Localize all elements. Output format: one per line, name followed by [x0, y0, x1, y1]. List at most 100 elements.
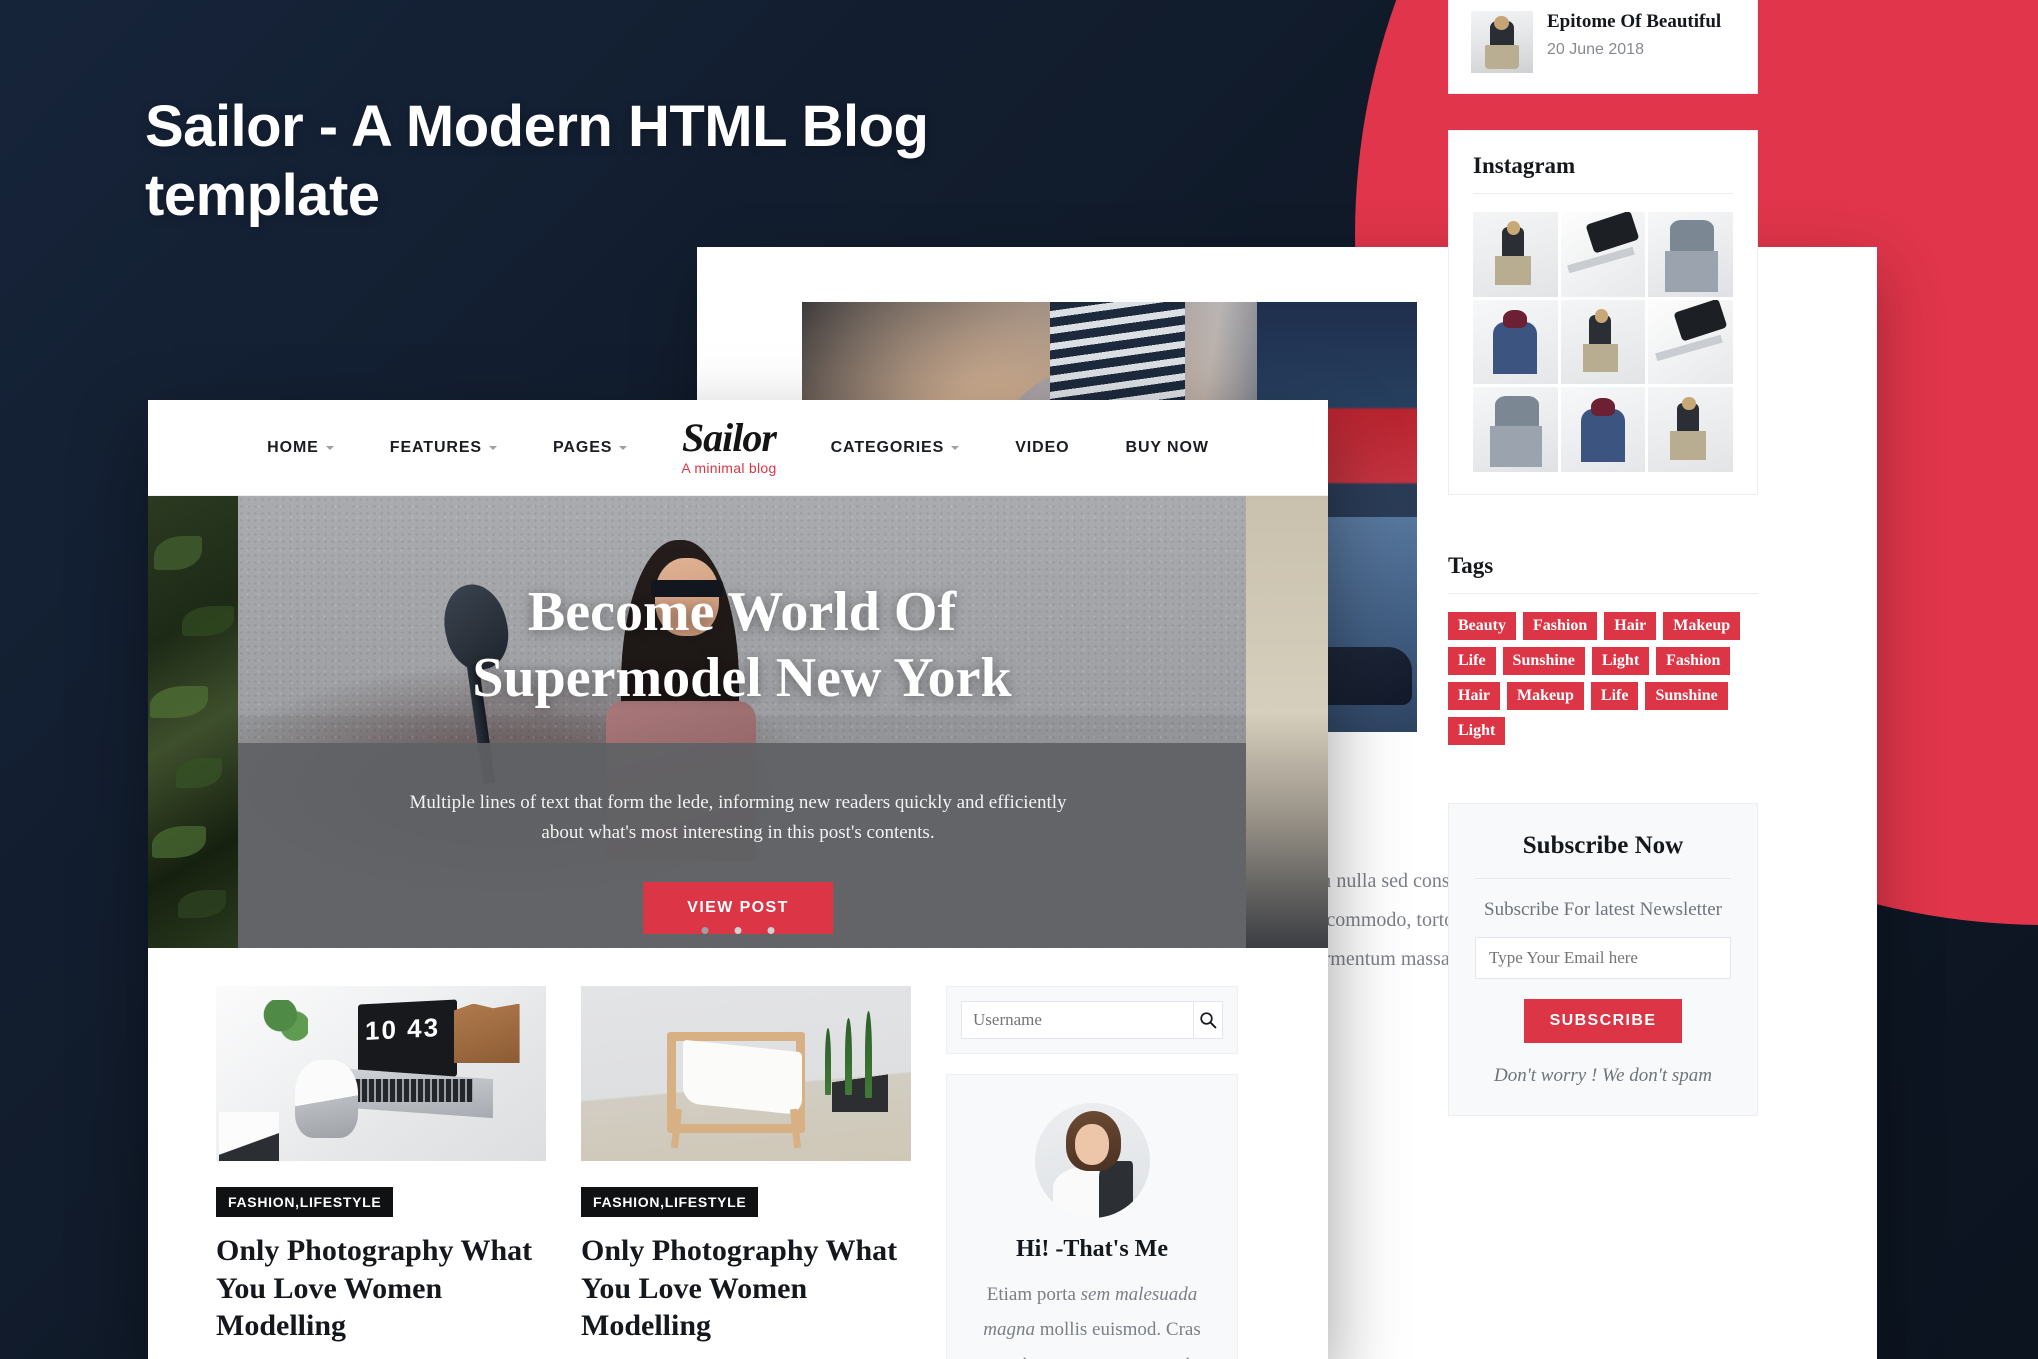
chevron-down-icon [619, 445, 628, 450]
hero-title-line-1: Become World Of [527, 581, 957, 643]
tag-item[interactable]: Hair [1604, 612, 1657, 641]
nav-item-categories[interactable]: CATEGORIES [803, 439, 988, 457]
nav-item-features-label: FEATURES [389, 438, 483, 456]
hero-lede: Multiple lines of text that form the led… [409, 792, 1067, 844]
nav-item-features[interactable]: FEATURES [362, 439, 525, 457]
subscribe-widget: Subscribe Now Subscribe For latest Newsl… [1448, 803, 1758, 1117]
post-2-image[interactable] [581, 986, 911, 1161]
keyboard-shape [354, 1078, 474, 1102]
subscribe-note: Don't worry ! We don't spam [1493, 1065, 1712, 1087]
brand-logo[interactable]: Sailor A minimal blog [655, 415, 802, 477]
recent-posts-widget: Epitome Of Beautiful 20 June 2018 [1448, 0, 1758, 94]
instagram-widget-title: Instagram [1473, 153, 1733, 194]
instagram-cell-3[interactable] [1648, 212, 1733, 297]
post-1-category-badge[interactable]: FASHION,LIFESTYLE [216, 1187, 394, 1217]
instagram-cell-4[interactable] [1473, 299, 1558, 385]
subscribe-button[interactable]: SUBSCRIBE [1523, 999, 1683, 1044]
about-title: Hi! -That's Me [1016, 1236, 1168, 1262]
tag-item[interactable]: Beauty [1448, 612, 1516, 641]
search-icon [1200, 1012, 1217, 1029]
recent-post-text: Epitome Of Beautiful 20 June 2018 [1547, 11, 1721, 59]
recent-post-item[interactable]: Epitome Of Beautiful 20 June 2018 [1471, 11, 1735, 73]
tag-item[interactable]: Sunshine [1502, 647, 1585, 676]
recent-post-thumbnail [1471, 11, 1533, 73]
nav-item-home-label: HOME [267, 438, 319, 456]
carousel-dots[interactable] [701, 927, 775, 934]
nav-item-video-label: VIDEO [1015, 438, 1070, 456]
chevron-down-icon [489, 445, 498, 450]
recent-post-title[interactable]: Epitome Of Beautiful [1547, 11, 1721, 34]
nav-item-home[interactable]: HOME [239, 439, 362, 457]
tag-item[interactable]: Life [1590, 682, 1639, 711]
tags-widget: Tags Beauty Fashion Hair Makeup Life Sun… [1448, 531, 1758, 768]
instagram-widget: Instagram [1448, 130, 1758, 496]
tag-item[interactable]: Makeup [1507, 682, 1584, 711]
instagram-cell-9[interactable] [1648, 387, 1733, 472]
hair-shape [1494, 16, 1509, 30]
recent-post-date: 20 June 2018 [1547, 40, 1644, 58]
about-widget: Hi! -That's Me Etiam porta sem malesuada… [946, 1074, 1238, 1359]
tags-widget-title: Tags [1448, 553, 1758, 595]
carousel-dot-3[interactable] [767, 927, 775, 934]
smart-speaker-shape [295, 1059, 358, 1139]
subscribe-email-input[interactable] [1475, 937, 1731, 980]
instagram-cell-8[interactable] [1560, 387, 1646, 473]
hero-title-line-2: Supermodel New York [472, 646, 1012, 709]
carousel-dot-2[interactable] [734, 927, 742, 934]
plant-shape [262, 1000, 309, 1042]
instagram-cell-6[interactable] [1648, 299, 1733, 385]
tag-item[interactable]: Makeup [1663, 612, 1741, 641]
avatar [1034, 1103, 1150, 1218]
tag-item[interactable]: Sunshine [1645, 682, 1728, 711]
instagram-cell-1[interactable] [1473, 212, 1558, 297]
post-2-title[interactable]: Only Photography What You Love Women Mod… [581, 1232, 911, 1345]
tag-item[interactable]: Light [1448, 717, 1506, 746]
carousel-previous-slide[interactable] [148, 496, 238, 948]
pen-holder-shape [219, 1112, 279, 1161]
chevron-down-icon [325, 445, 334, 450]
nav-item-pages-label: PAGES [553, 438, 613, 456]
post-1-image[interactable]: 10 43 [216, 986, 546, 1161]
post-1-title[interactable]: Only Photography What You Love Women Mod… [216, 1232, 546, 1345]
search-button[interactable] [1193, 1001, 1223, 1039]
file-holder-shape [453, 1003, 520, 1063]
nav-item-buy-now[interactable]: BUY NOW [1098, 439, 1237, 457]
nav-item-categories-label: CATEGORIES [830, 438, 945, 456]
navbar: HOME FEATURES PAGES Sailor A minimal blo… [148, 400, 1328, 496]
subscribe-subtitle: Subscribe For latest Newsletter [1484, 899, 1722, 921]
brand-name: Sailor [681, 415, 777, 460]
chevron-down-icon [951, 445, 960, 450]
nav-item-video[interactable]: VIDEO [987, 439, 1097, 457]
nav-item-buy-now-label: BUY NOW [1125, 438, 1209, 456]
tag-item[interactable]: Hair [1448, 682, 1500, 711]
subscribe-title: Subscribe Now [1475, 832, 1731, 880]
sidebar: Epitome Of Beautiful 20 June 2018 Instag… [1448, 0, 1758, 1152]
about-text: Etiam porta sem malesuada magna mollis e… [969, 1277, 1215, 1359]
post-card-1[interactable]: 10 43 FASHION,LIFESTYLE Only Photography… [216, 986, 546, 1359]
tag-item[interactable]: Light [1591, 647, 1650, 676]
front-panel-sidebar: Hi! -That's Me Etiam porta sem malesuada… [946, 986, 1238, 1359]
nav-item-pages[interactable]: PAGES [525, 439, 655, 457]
hero-carousel[interactable]: Become World Of Supermodel New York Mult… [148, 496, 1328, 948]
about-text-part1: Etiam porta [986, 1284, 1081, 1305]
instagram-cell-7[interactable] [1473, 387, 1558, 472]
avatar-face-shape [1074, 1123, 1110, 1166]
instagram-cell-2[interactable] [1560, 212, 1646, 297]
front-browser-panel: HOME FEATURES PAGES Sailor A minimal blo… [148, 400, 1328, 1359]
search-widget [946, 986, 1238, 1054]
tag-item[interactable]: Life [1448, 647, 1496, 676]
search-input[interactable] [961, 1001, 1193, 1039]
tags-list: Beauty Fashion Hair Makeup Life Sunshine… [1448, 612, 1758, 746]
instagram-cell-5[interactable] [1560, 299, 1646, 385]
post-2-category-badge[interactable]: FASHION,LIFESTYLE [581, 1187, 759, 1217]
tag-item[interactable]: Fashion [1656, 647, 1731, 676]
tag-item[interactable]: Fashion [1523, 612, 1598, 641]
page-stage: Sailor - A Modern HTML Blog template Wom… [0, 0, 2038, 1359]
potted-plant-shape [831, 1021, 888, 1112]
post-card-2[interactable]: FASHION,LIFESTYLE Only Photography What … [581, 986, 911, 1359]
skirt-shape [1485, 45, 1519, 69]
post-grid: 10 43 FASHION,LIFESTYLE Only Photography… [148, 948, 1328, 1359]
carousel-dot-1[interactable] [701, 927, 709, 934]
carousel-next-slide[interactable] [1246, 496, 1328, 948]
brand-tagline: A minimal blog [681, 460, 777, 476]
